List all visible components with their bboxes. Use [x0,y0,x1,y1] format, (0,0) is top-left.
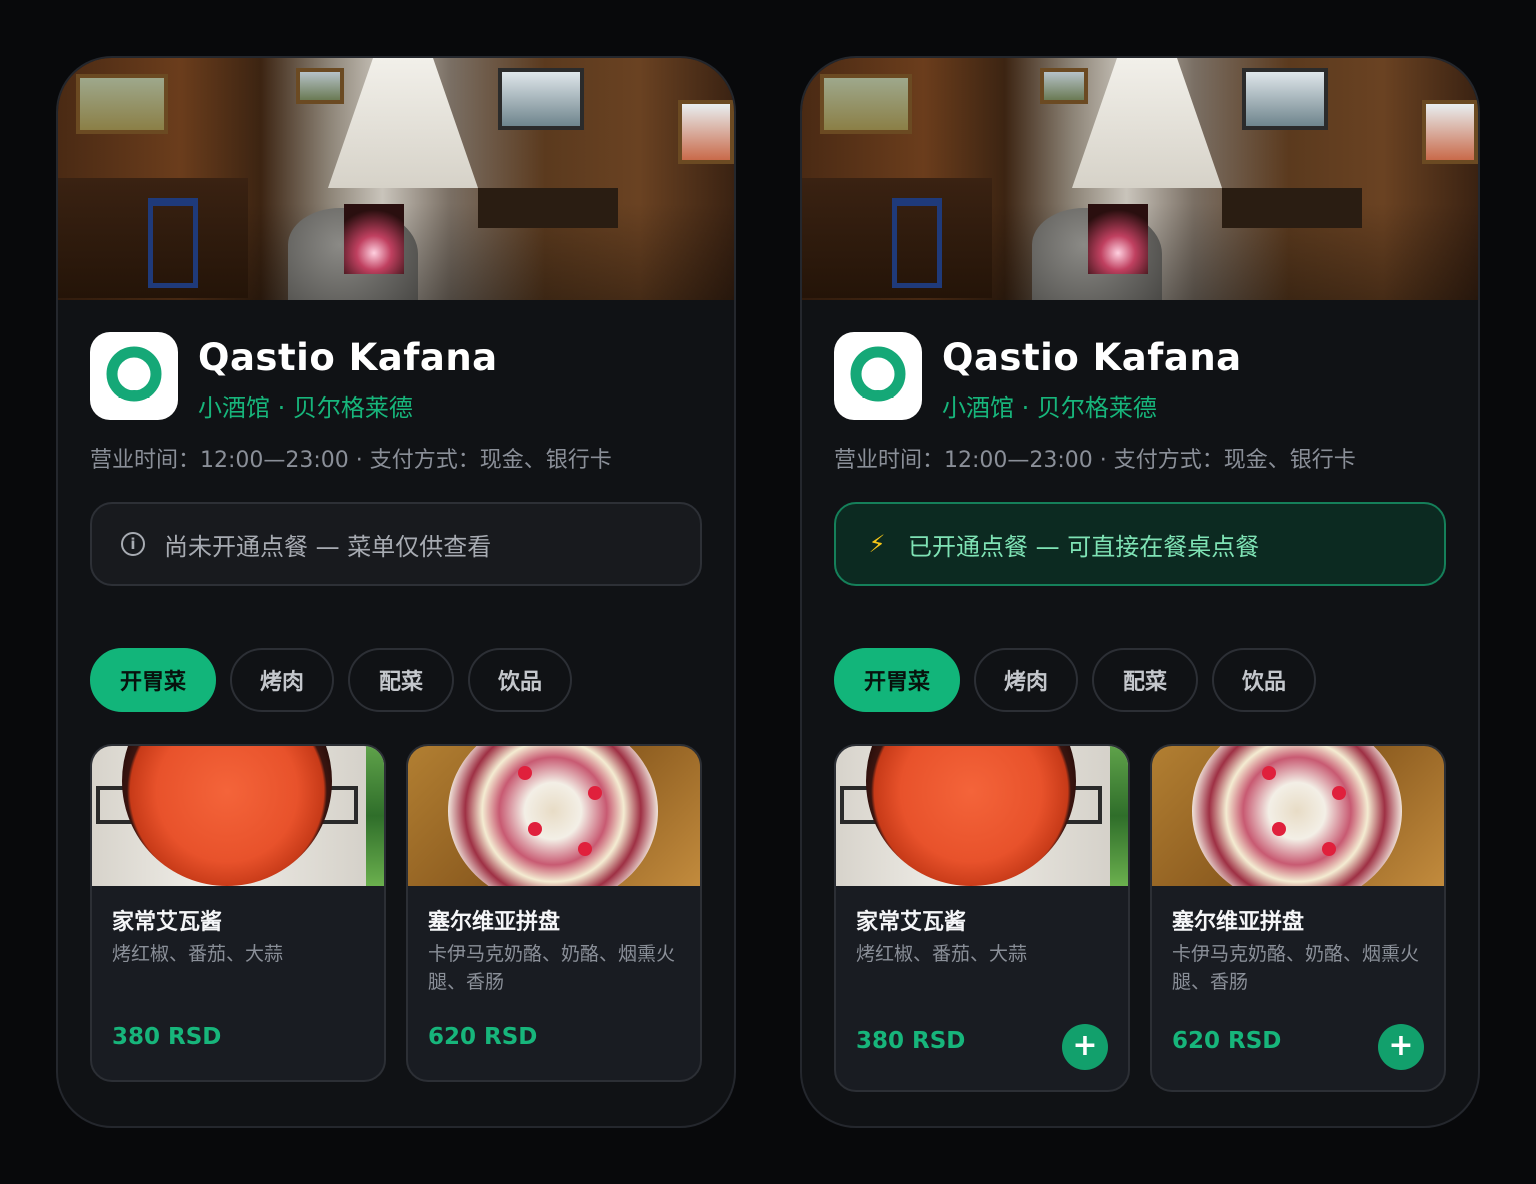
item-description: 卡伊马克奶酪、奶酪、烟熏火腿、香肠 [1172,943,1420,993]
category-tabs: 开胃菜 烤肉 配菜 饮品 [834,648,1316,712]
item-price: 620 RSD [428,1024,538,1050]
restaurant-logo-icon [834,332,922,420]
restaurant-meta: 营业时间：12:00—23:00 · 支付方式：现金、银行卡 [834,448,1356,473]
add-to-order-button[interactable]: + [1378,1024,1424,1070]
item-price: 620 RSD [1172,1028,1282,1054]
restaurant-subtitle: 小酒馆 · 贝尔格莱德 [942,394,1157,422]
item-description: 烤红椒、番茄、大蒜 [856,943,1028,965]
item-name: 家常艾瓦酱 [856,910,967,935]
ordering-status-banner: i 尚未开通点餐 — 菜单仅供查看 [90,502,702,586]
ajvar-photo [836,746,1128,886]
tab-appetizers[interactable]: 开胃菜 [90,648,216,712]
banner-text: 已开通点餐 — 可直接在餐桌点餐 [908,532,1260,561]
restaurant-logo-icon [90,332,178,420]
restaurant-subtitle: 小酒馆 · 贝尔格莱德 [198,394,413,422]
platter-photo [1152,746,1444,886]
menu-item-card[interactable]: 家常艾瓦酱 烤红椒、番茄、大蒜 380 RSD + [834,744,1130,1092]
category-tabs: 开胃菜 烤肉 配菜 饮品 [90,648,572,712]
tab-sides[interactable]: 配菜 [1092,648,1198,712]
tab-appetizers[interactable]: 开胃菜 [834,648,960,712]
lightning-icon: ⚡ [868,530,886,558]
menu-item-card[interactable]: 塞尔维亚拼盘 卡伊马克奶酪、奶酪、烟熏火腿、香肠 620 RSD [406,744,702,1082]
menu-items: 家常艾瓦酱 烤红椒、番茄、大蒜 380 RSD 塞尔维亚拼盘 卡伊马克奶酪、奶酪… [90,744,702,1082]
menu-items: 家常艾瓦酱 烤红椒、番茄、大蒜 380 RSD + 塞尔维亚拼盘 卡伊马克奶酪、… [834,744,1446,1092]
item-name: 塞尔维亚拼盘 [428,910,561,935]
menu-card-view-only: Qastio Kafana 小酒馆 · 贝尔格莱德 营业时间：12:00—23:… [56,56,736,1128]
menu-item-card[interactable]: 塞尔维亚拼盘 卡伊马克奶酪、奶酪、烟熏火腿、香肠 620 RSD + [1150,744,1446,1092]
add-to-order-button[interactable]: + [1062,1024,1108,1070]
menu-card-ordering-enabled: Qastio Kafana 小酒馆 · 贝尔格莱德 营业时间：12:00—23:… [800,56,1480,1128]
restaurant-hero-photo [802,58,1478,300]
item-description: 烤红椒、番茄、大蒜 [112,943,284,965]
ordering-status-banner: ⚡ 已开通点餐 — 可直接在餐桌点餐 [834,502,1446,586]
item-price: 380 RSD [856,1028,966,1054]
tab-drinks[interactable]: 饮品 [1212,648,1316,712]
tab-drinks[interactable]: 饮品 [468,648,572,712]
platter-photo [408,746,700,886]
item-name: 塞尔维亚拼盘 [1172,910,1305,935]
ajvar-photo [92,746,384,886]
tab-sides[interactable]: 配菜 [348,648,454,712]
banner-text: 尚未开通点餐 — 菜单仅供查看 [164,532,492,561]
tab-grill[interactable]: 烤肉 [230,648,334,712]
item-name: 家常艾瓦酱 [112,910,223,935]
menu-item-card[interactable]: 家常艾瓦酱 烤红椒、番茄、大蒜 380 RSD [90,744,386,1082]
item-description: 卡伊马克奶酪、奶酪、烟熏火腿、香肠 [428,943,676,993]
info-circle-icon: i [118,532,148,556]
tab-grill[interactable]: 烤肉 [974,648,1078,712]
restaurant-name: Qastio Kafana [942,336,1242,379]
item-price: 380 RSD [112,1024,222,1050]
restaurant-meta: 营业时间：12:00—23:00 · 支付方式：现金、银行卡 [90,448,612,473]
restaurant-name: Qastio Kafana [198,336,498,379]
restaurant-hero-photo [58,58,734,300]
